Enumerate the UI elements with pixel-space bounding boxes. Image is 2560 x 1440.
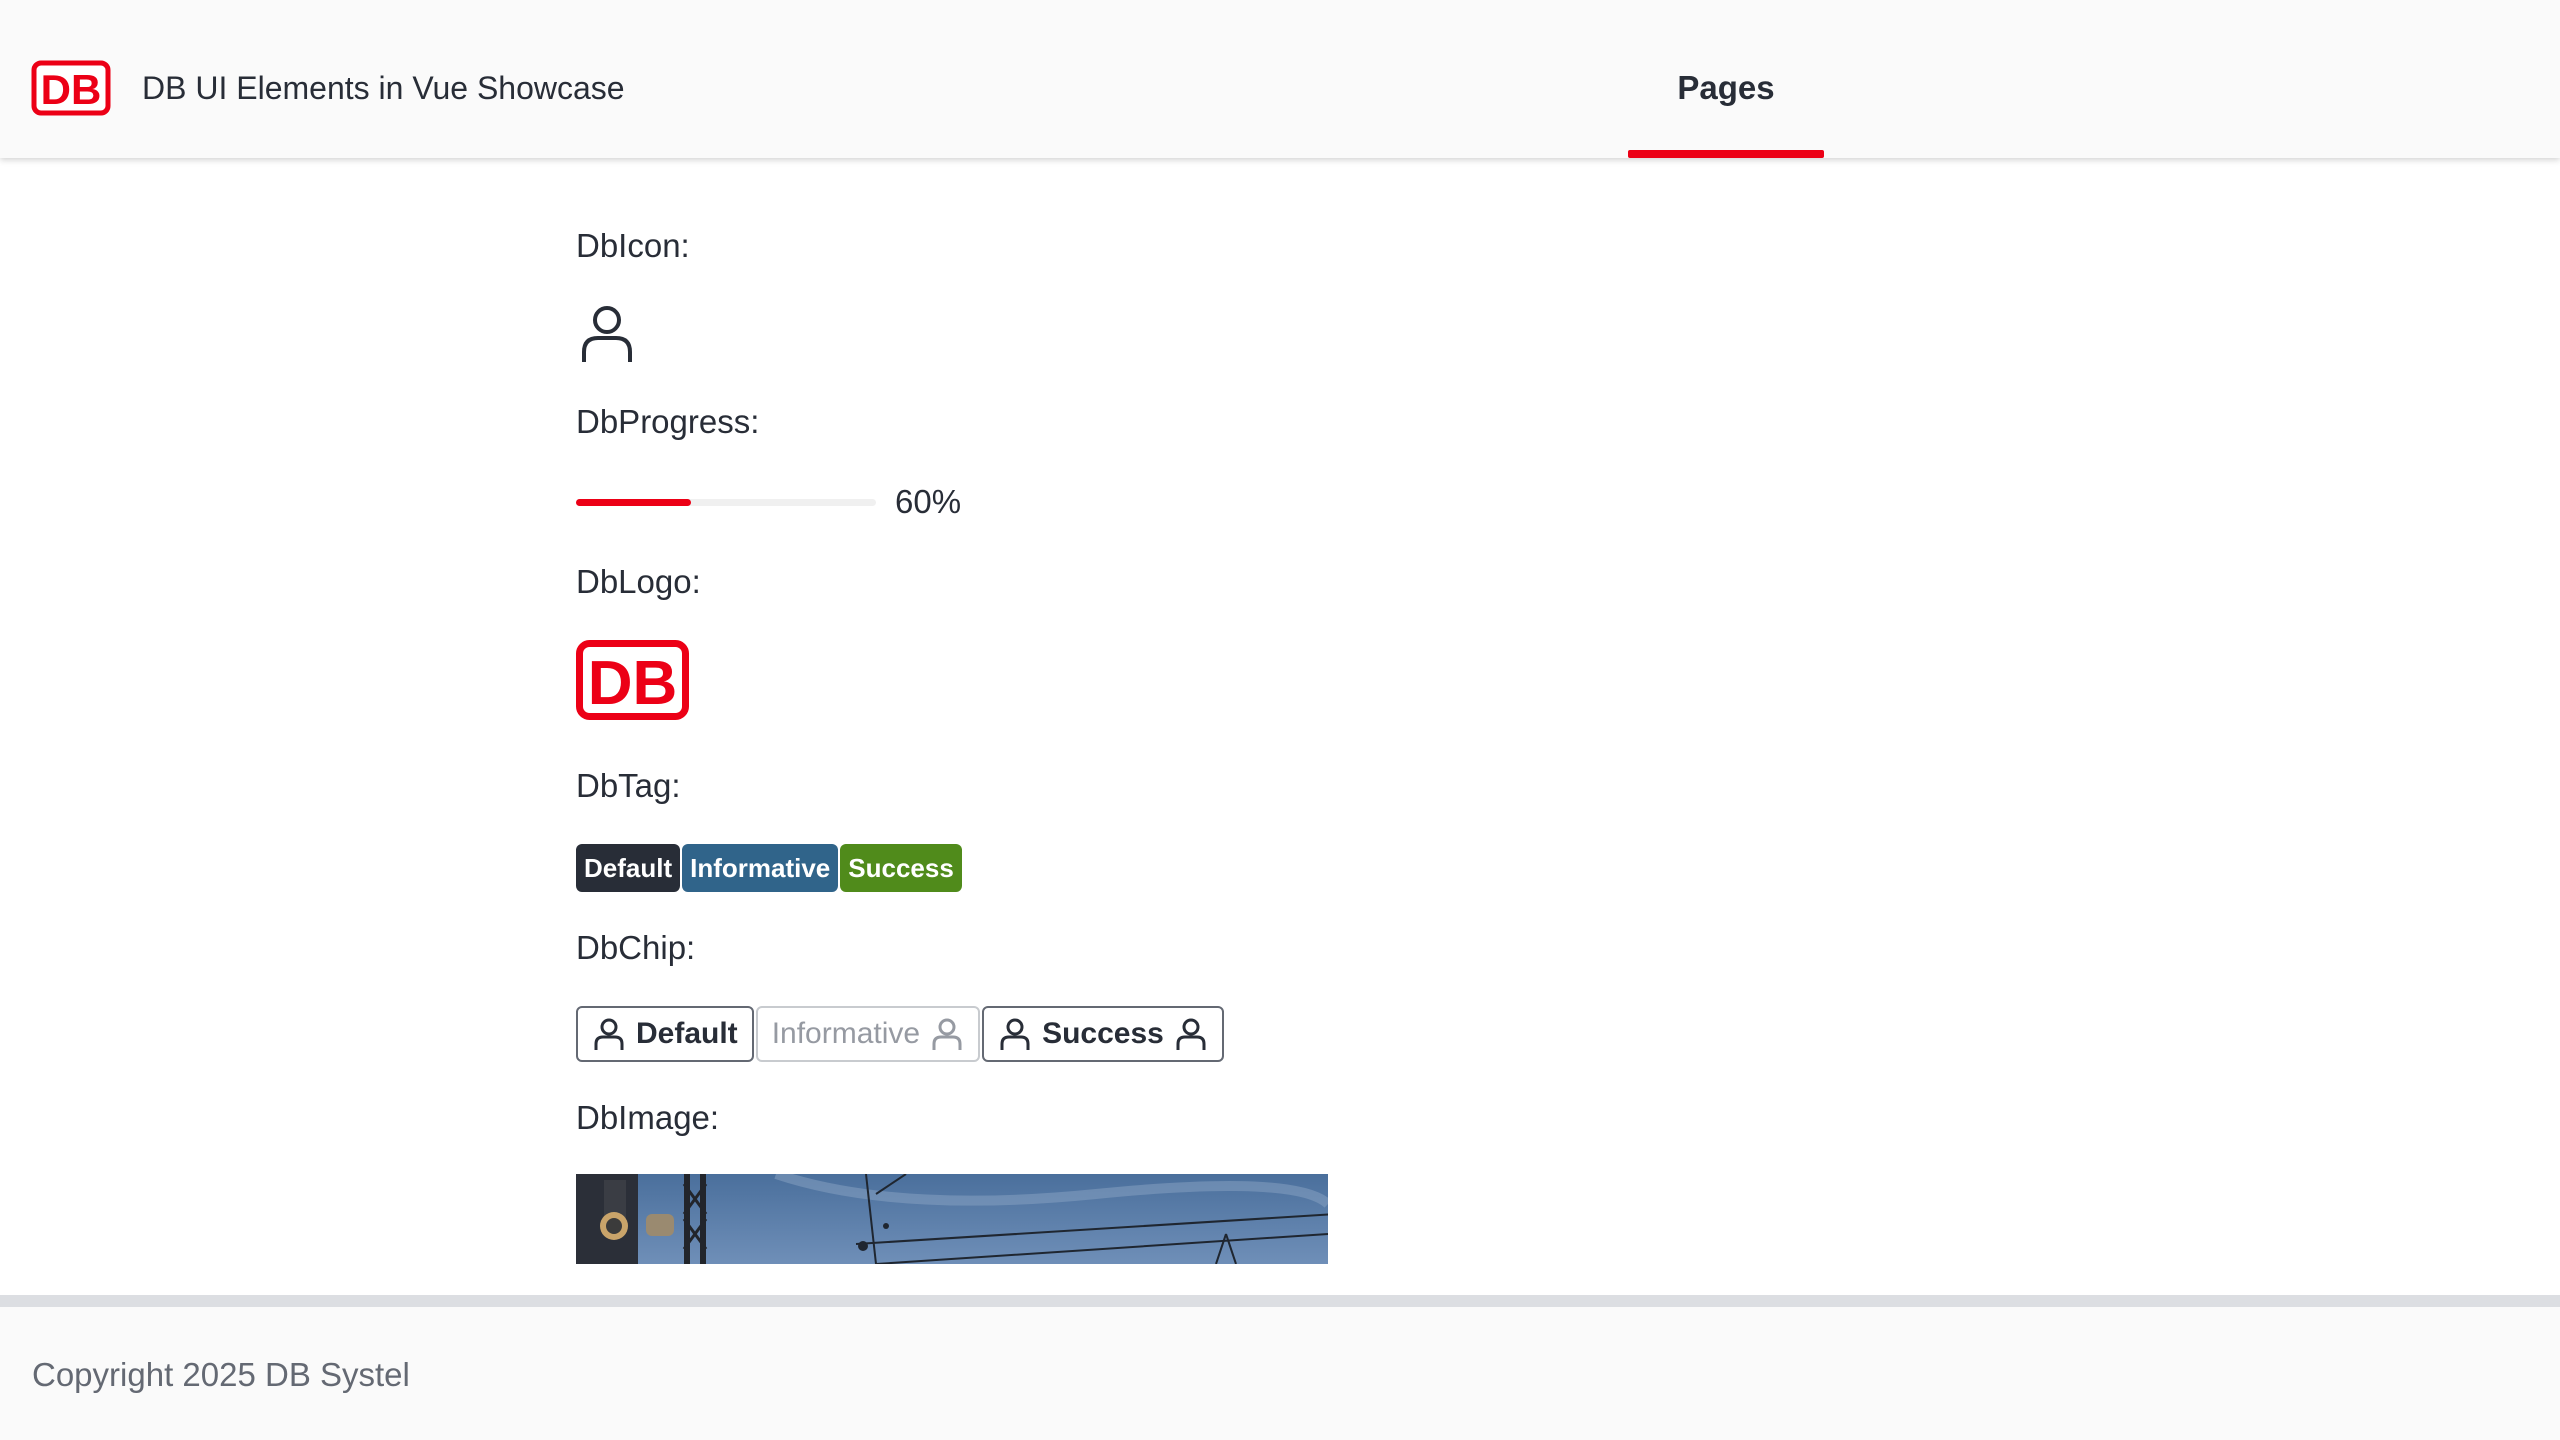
section-label-chip: DbChip: <box>576 929 696 966</box>
app-title: DB UI Elements in Vue Showcase <box>142 70 625 106</box>
active-tab-indicator <box>1628 150 1824 158</box>
nav-tab-pages-label: Pages <box>1677 69 1775 106</box>
section-label-image: DbImage: <box>576 1099 720 1136</box>
railway-photo <box>576 1174 1328 1264</box>
tag-informative: Informative <box>682 844 839 892</box>
progress-value: 60% <box>895 483 962 520</box>
person-icon <box>1000 1018 1030 1050</box>
section-label-logo: DbLogo: <box>576 563 701 600</box>
copyright-text: Copyright 2025 DB Systel <box>32 1356 410 1393</box>
section-label-progress: DbProgress: <box>576 403 760 440</box>
chip-label: Success <box>1042 1017 1164 1050</box>
db-logo-icon[interactable]: DB <box>31 60 111 116</box>
person-icon <box>932 1018 962 1050</box>
db-logo: DB <box>576 640 689 720</box>
nav-tab-pages[interactable]: Pages <box>1628 0 1824 158</box>
svg-text:DB: DB <box>588 649 678 718</box>
tag-list: Default Informative Success <box>576 844 962 892</box>
tag-default: Default <box>576 844 681 892</box>
footer: Copyright 2025 DB Systel <box>0 1307 2560 1440</box>
progress-bar <box>576 499 876 506</box>
progress-fill <box>576 499 692 506</box>
chip-success[interactable]: Success <box>982 1006 1224 1062</box>
chip-default[interactable]: Default <box>576 1006 754 1062</box>
person-icon <box>582 306 632 362</box>
svg-text:DB: DB <box>41 66 102 113</box>
chip-label: Informative <box>771 1017 921 1050</box>
header: DB DB UI Elements in Vue Showcase Pages <box>0 0 2560 158</box>
main-content: DbIcon: DbProgress: 60% DbLogo: DB DbTag… <box>576 158 2376 1264</box>
section-label-icon: DbIcon: <box>576 227 690 264</box>
section-label-tag: DbTag: <box>576 767 681 804</box>
chip-list: Default Informative Success <box>576 1006 1224 1062</box>
footer-divider <box>0 1295 2560 1307</box>
person-icon <box>1176 1018 1206 1050</box>
tag-success: Success <box>840 844 962 892</box>
chip-label: Default <box>636 1017 738 1050</box>
chip-informative: Informative <box>755 1006 981 1062</box>
person-icon <box>594 1018 624 1050</box>
